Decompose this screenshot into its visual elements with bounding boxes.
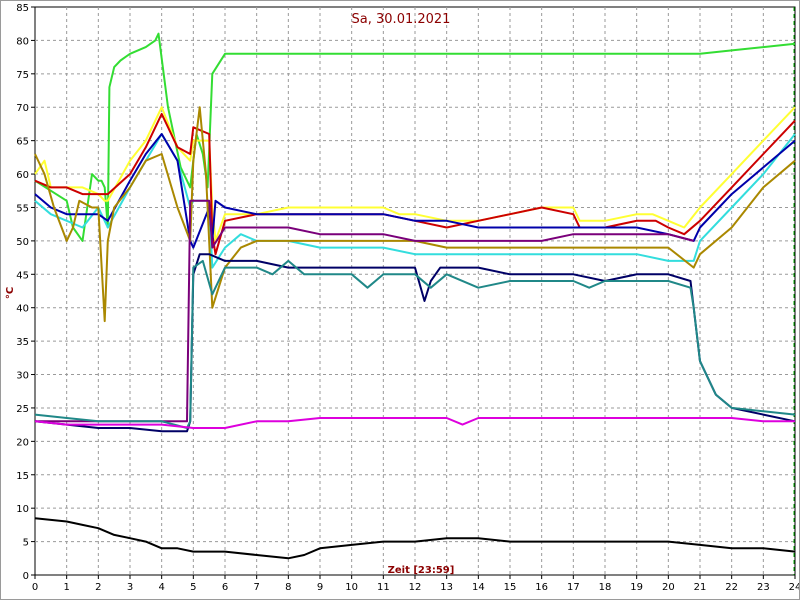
y-tick-label: 40: [16, 304, 29, 315]
y-tick-label: 60: [16, 170, 29, 181]
x-tick-label: 17: [567, 582, 580, 593]
x-tick-label: 14: [472, 582, 485, 593]
x-tick-label: 5: [190, 582, 196, 593]
y-tick-label: 45: [16, 270, 29, 281]
y-tick-label: 0: [23, 571, 29, 582]
x-tick-label: 24: [789, 582, 799, 593]
x-tick-label: 7: [253, 582, 259, 593]
x-tick-label: 15: [504, 582, 517, 593]
x-tick-label: 1: [63, 582, 69, 593]
x-tick-label: 11: [377, 582, 390, 593]
y-tick-label: 85: [16, 3, 29, 14]
axis-layer: 0 1 2 3 4 5 6 7 8 9 10 11 12 13 14 15 16 17 18 19 20 21 22 23 24…: [16, 3, 799, 593]
x-tick-label: 19: [630, 582, 643, 593]
y-tick-label: 55: [16, 203, 29, 214]
x-tick-label: 21: [694, 582, 707, 593]
x-tick-label: 16: [535, 582, 548, 593]
x-tick-label: 13: [440, 582, 453, 593]
y-tick-label: 75: [16, 70, 29, 81]
x-tick-label: 6: [222, 582, 228, 593]
series-line-1: [34, 32, 796, 242]
y-tick-label: 65: [16, 137, 29, 148]
x-tick-label: 20: [662, 582, 675, 593]
y-tick-label: 10: [16, 504, 29, 515]
x-tick-label: 10: [345, 582, 358, 593]
x-tick-label: 9: [317, 582, 323, 593]
x-tick-label: 23: [757, 582, 770, 593]
y-tick-label: 15: [16, 471, 29, 482]
y-tick-label: 80: [16, 36, 29, 47]
y-tick-label: 20: [16, 437, 29, 448]
temperature-line-chart: 0 1 2 3 4 5 6 7 8 9 10 11 12 13 14 15 16 17 18 19 20 21 22 23 24…: [5, 3, 799, 593]
series-line-7: [35, 199, 694, 423]
x-tick-label: 4: [158, 582, 164, 593]
x-axis-label: Zeit [23:59]: [388, 565, 455, 576]
x-tick-label: 0: [32, 582, 38, 593]
x-tick-label: 2: [95, 582, 101, 593]
x-tick-label: 12: [409, 582, 422, 593]
y-tick-label: 5: [23, 538, 29, 549]
x-tick-label: 18: [599, 582, 612, 593]
grid-layer: [34, 6, 796, 576]
y-tick-label: 25: [16, 404, 29, 415]
y-axis-label: °C: [5, 287, 16, 299]
chart-container: 0 1 2 3 4 5 6 7 8 9 10 11 12 13 14 15 16 17 18 19 20 21 22 23 24…: [0, 0, 800, 600]
x-tick-label: 8: [285, 582, 291, 593]
y-tick-label: 35: [16, 337, 29, 348]
x-tick-label: 22: [725, 582, 738, 593]
y-tick-label: 70: [16, 103, 29, 114]
x-tick-label: 3: [127, 582, 133, 593]
y-tick-label: 50: [16, 237, 29, 248]
chart-title: Sa, 30.01.2021: [352, 12, 451, 27]
y-tick-label: 30: [16, 371, 29, 382]
